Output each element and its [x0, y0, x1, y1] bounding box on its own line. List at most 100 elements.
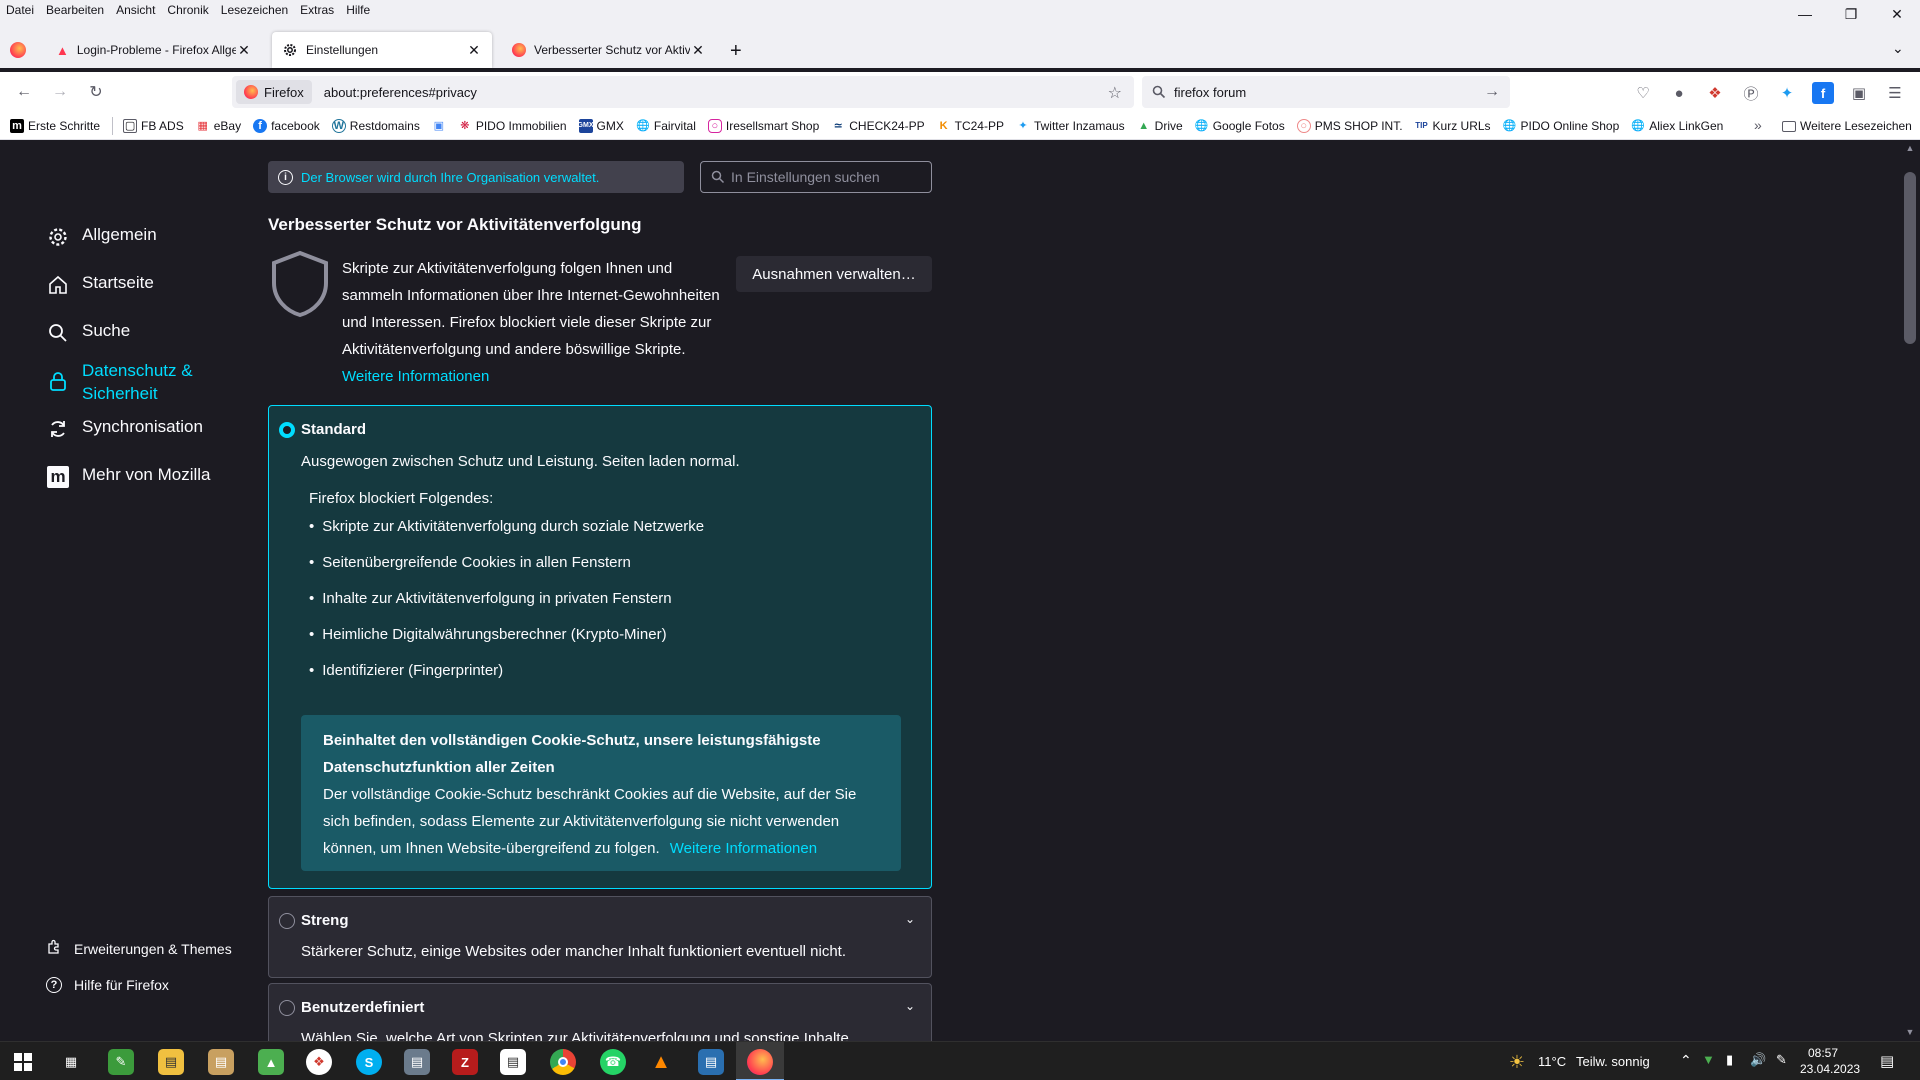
menu-hilfe[interactable]: Hilfe — [340, 0, 376, 20]
clock-date[interactable]: 23.04.2023 — [1800, 1062, 1860, 1076]
sidebar-item-suche[interactable]: Suche — [46, 321, 130, 345]
pinterest-icon[interactable]: Ⓟ — [1740, 82, 1762, 104]
weather-temperature[interactable]: 11°C — [1538, 1054, 1566, 1069]
facebook-icon[interactable]: f — [1812, 82, 1834, 104]
bookmark-weitere-lesezeichen[interactable]: ​Weitere Lesezeichen — [1782, 119, 1912, 133]
archive-icon[interactable]: ▤ — [208, 1049, 234, 1075]
scroll-up-arrow-icon[interactable]: ▲ — [1904, 143, 1916, 155]
firefox-view-icon[interactable] — [10, 42, 26, 58]
learn-more-link[interactable]: Weitere Informationen — [342, 368, 489, 385]
bookmark-google-fotos[interactable]: 🌐 Google Fotos — [1195, 119, 1285, 133]
bookmark-gmx[interactable]: GMX GMX — [578, 118, 624, 133]
sidebar-item-datenschutz[interactable]: Datenschutz & Sicherheit — [46, 359, 193, 405]
forward-icon[interactable]: → — [48, 80, 72, 104]
tab-login-probleme[interactable]: ▲ Login-Probleme - Firefox Allge ✕ — [46, 32, 262, 68]
bookmark-pido-immobilien[interactable]: ❋ PIDO Immobilien — [458, 119, 566, 133]
close-window-icon[interactable]: ✕ — [1874, 0, 1920, 28]
firefox-taskbar-icon[interactable] — [747, 1049, 773, 1075]
bookmark-fb-ads[interactable]: ▢ FB ADS — [123, 118, 184, 133]
policy-banner-text[interactable]: Der Browser wird durch Ihre Organisation… — [301, 170, 599, 185]
bookmark-fairvital[interactable]: 🌐 Fairvital — [636, 119, 696, 133]
info-extension-icon[interactable]: ● — [1668, 82, 1690, 104]
restore-icon[interactable]: ❐ — [1828, 0, 1874, 28]
radio-benutzerdefiniert[interactable] — [279, 1000, 295, 1016]
new-tab-icon[interactable]: + — [730, 40, 742, 63]
task-view-icon[interactable]: ▦ — [58, 1049, 84, 1075]
bookmark-pms-shop[interactable]: ○ PMS SHOP INT. — [1296, 118, 1403, 133]
preferences-search-input[interactable]: In Einstellungen suchen — [700, 161, 932, 193]
weather-description[interactable]: Teilw. sonnig — [1576, 1054, 1650, 1069]
scroll-down-arrow-icon[interactable]: ▼ — [1904, 1027, 1916, 1039]
vlc-icon[interactable]: ▲ — [648, 1049, 674, 1075]
search-go-icon[interactable]: → — [1484, 83, 1500, 101]
bookmark-unnamed[interactable]: ▣ — [432, 119, 446, 133]
sidebar-item-allgemein[interactable]: Allgemein — [46, 225, 157, 249]
windows-start-icon[interactable] — [10, 1049, 36, 1075]
notepad-green-icon[interactable]: ✎ — [108, 1049, 134, 1075]
bookmark-erste-schritte[interactable]: m Erste Schritte — [10, 118, 100, 133]
chevron-down-icon[interactable]: ⌄ — [905, 999, 915, 1013]
policy-banner[interactable]: i Der Browser wird durch Ihre Organisati… — [268, 161, 684, 193]
bookmark-twitter[interactable]: ✦ Twitter Inzamaus — [1016, 119, 1124, 133]
weather-sun-cloud-icon[interactable]: ☀ — [1504, 1049, 1530, 1075]
option-standard[interactable]: Standard Ausgewogen zwischen Schutz und … — [268, 405, 932, 889]
option-streng[interactable]: Streng Stärkerer Schutz, einige Websites… — [268, 896, 932, 978]
twitter-icon[interactable]: ✦ — [1776, 82, 1798, 104]
clock-time[interactable]: 08:57 — [1808, 1046, 1838, 1060]
bookmark-aliex-linkgen[interactable]: 🌐 Aliex LinkGen — [1631, 119, 1723, 133]
bookmark-tc24[interactable]: K TC24-PP — [937, 119, 1004, 133]
bookmark-check24[interactable]: ≃ CHECK24-PP — [831, 119, 925, 133]
battery-icon[interactable]: ▮ — [1726, 1052, 1733, 1068]
menu-extras[interactable]: Extras — [294, 0, 340, 20]
filezilla-icon[interactable]: Z — [452, 1049, 478, 1075]
back-icon[interactable]: ← — [12, 80, 36, 104]
close-tab-icon[interactable]: ✕ — [236, 42, 252, 59]
sidebar-item-mehr-von-mozilla[interactable]: m Mehr von Mozilla — [46, 465, 211, 489]
file-explorer-icon[interactable]: ▤ — [158, 1049, 184, 1075]
colorful-app-icon[interactable]: ❖ — [306, 1049, 332, 1075]
sidebar-item-synchronisation[interactable]: Synchronisation — [46, 417, 203, 441]
radio-streng[interactable] — [279, 913, 295, 929]
security-tray-icon[interactable]: ▼ — [1702, 1052, 1715, 1067]
bookmark-pido-online-shop[interactable]: 🌐 PIDO Online Shop — [1503, 119, 1620, 133]
list-all-tabs-icon[interactable]: ⌄ — [1892, 40, 1904, 57]
sidebar-footer-hilfe[interactable]: ? Hilfe für Firefox — [46, 977, 169, 993]
computer-icon[interactable]: ▤ — [404, 1049, 430, 1075]
search-input[interactable]: firefox forum — [1174, 85, 1246, 100]
pocket-icon[interactable]: ♡ — [1632, 82, 1654, 104]
bookmark-restdomains[interactable]: W Restdomains — [331, 118, 420, 133]
manage-exceptions-button[interactable]: Ausnahmen verwalten… — [736, 256, 932, 292]
bookmark-ebay[interactable]: ▦ eBay — [196, 119, 242, 133]
database-icon[interactable]: ▤ — [698, 1049, 724, 1075]
chrome-icon[interactable] — [550, 1049, 576, 1075]
whatsapp-icon[interactable]: ☎ — [600, 1049, 626, 1075]
cookie-learn-more-link[interactable]: Weitere Informationen — [670, 840, 817, 857]
identity-box[interactable]: Firefox — [236, 80, 312, 104]
hamburger-menu-icon[interactable]: ☰ — [1884, 82, 1906, 104]
menu-bearbeiten[interactable]: Bearbeiten — [40, 0, 110, 20]
bookmark-iresellsmart[interactable]: ○ Iresellsmart Shop — [707, 118, 819, 133]
minimize-icon[interactable]: — — [1782, 0, 1828, 28]
bookmark-facebook[interactable]: f facebook — [253, 118, 320, 133]
search-bar[interactable]: firefox forum → — [1142, 76, 1510, 108]
scrollbar-thumb[interactable] — [1904, 172, 1916, 344]
bookmark-star-icon[interactable]: ☆ — [1108, 83, 1122, 103]
menu-ansicht[interactable]: Ansicht — [110, 0, 161, 20]
sidebar-footer-erweiterungen[interactable]: Erweiterungen & Themes — [46, 939, 232, 958]
bookmark-drive[interactable]: ▲ Drive — [1137, 119, 1182, 133]
option-benutzerdefiniert[interactable]: Benutzerdefiniert Wählen Sie, welche Art… — [268, 983, 932, 1041]
extensions-puzzle-icon[interactable]: ▣ — [1848, 82, 1870, 104]
tab-verbesserter-schutz[interactable]: Verbesserter Schutz vor Aktivitä ✕ — [502, 32, 716, 68]
tab-einstellungen[interactable]: Einstellungen ✕ — [272, 32, 492, 68]
colorful-extension-icon[interactable]: ❖ — [1704, 82, 1726, 104]
close-tab-icon[interactable]: ✕ — [466, 42, 482, 59]
tray-expand-icon[interactable]: ⌃ — [1680, 1052, 1692, 1069]
notifications-icon[interactable]: ▤ — [1880, 1052, 1894, 1070]
menu-lesezeichen[interactable]: Lesezeichen — [215, 0, 294, 20]
bookmark-kurz-urls[interactable]: TIP Kurz URLs — [1415, 119, 1490, 133]
pen-icon[interactable]: ✎ — [1776, 1052, 1787, 1068]
image-editor-icon[interactable]: ▲ — [258, 1049, 284, 1075]
menu-chronik[interactable]: Chronik — [161, 0, 214, 20]
close-tab-icon[interactable]: ✕ — [690, 42, 706, 59]
reload-icon[interactable]: ↻ — [84, 80, 108, 104]
